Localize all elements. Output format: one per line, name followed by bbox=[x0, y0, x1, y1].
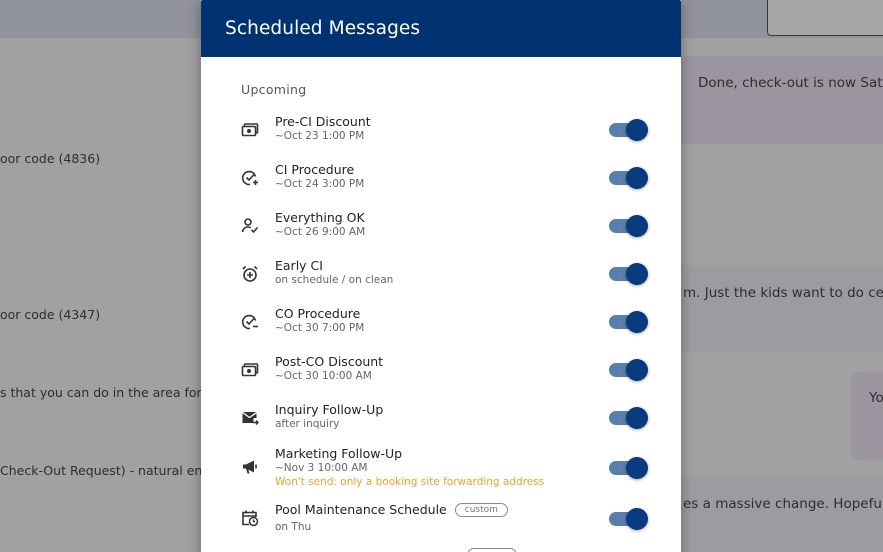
message-enabled-toggle[interactable] bbox=[609, 214, 648, 237]
scheduled-message-row[interactable]: Pool Maintenance Schedule custom on Thu bbox=[201, 498, 681, 546]
message-enabled-toggle[interactable] bbox=[609, 456, 648, 479]
toggle-knob bbox=[626, 167, 648, 189]
message-title: Pool Maintenance Schedule custom bbox=[275, 502, 508, 517]
scheduled-messages-dialog: Scheduled Messages Upcoming Pre-CI Disco… bbox=[201, 0, 681, 552]
toggle-knob bbox=[626, 407, 648, 429]
check-circle-plus-icon bbox=[241, 169, 259, 187]
section-label-upcoming: Upcoming bbox=[241, 82, 307, 97]
message-schedule: ~Oct 23 1:00 PM bbox=[275, 130, 365, 142]
message-schedule: ~Oct 26 9:00 AM bbox=[275, 226, 366, 238]
message-title: CI Procedure bbox=[275, 162, 355, 177]
toggle-knob bbox=[626, 311, 648, 333]
message-title: Post-CO Discount bbox=[275, 354, 384, 369]
message-title: CO Procedure bbox=[275, 306, 361, 321]
mail-arrow-icon bbox=[241, 409, 259, 427]
discount-cash-icon bbox=[241, 361, 259, 379]
message-enabled-toggle[interactable] bbox=[609, 406, 648, 429]
message-schedule: ~Oct 24 3:00 PM bbox=[275, 178, 365, 190]
scheduled-message-row[interactable]: Early CI on schedule / on clean bbox=[201, 254, 681, 302]
message-enabled-toggle[interactable] bbox=[609, 166, 648, 189]
message-title: Early CI bbox=[275, 258, 323, 273]
scheduled-message-row[interactable]: CI Procedure ~Oct 24 3:00 PM bbox=[201, 158, 681, 206]
toggle-knob bbox=[626, 263, 648, 285]
scheduled-message-row[interactable]: Everything OK ~Oct 26 9:00 AM bbox=[201, 206, 681, 254]
next-row-badge-partial bbox=[467, 548, 517, 552]
alarm-clock-icon bbox=[241, 265, 259, 283]
message-title: Everything OK bbox=[275, 210, 365, 225]
message-enabled-toggle[interactable] bbox=[609, 262, 648, 285]
message-schedule: ~Nov 3 10:00 AM bbox=[275, 462, 368, 474]
person-check-icon bbox=[241, 217, 259, 235]
scheduled-message-row[interactable]: Inquiry Follow-Up after inquiry bbox=[201, 398, 681, 446]
check-circle-minus-icon bbox=[241, 313, 259, 331]
message-enabled-toggle[interactable] bbox=[609, 118, 648, 141]
scheduled-message-row[interactable]: CO Procedure ~Oct 30 7:00 PM bbox=[201, 302, 681, 350]
dialog-title: Scheduled Messages bbox=[225, 18, 421, 39]
dialog-header: Scheduled Messages bbox=[201, 0, 681, 57]
message-schedule: on Thu bbox=[275, 521, 312, 533]
scheduled-message-row[interactable]: Post-CO Discount ~Oct 30 10:00 AM bbox=[201, 350, 681, 398]
message-enabled-toggle[interactable] bbox=[609, 310, 648, 333]
message-title: Pre-CI Discount bbox=[275, 114, 371, 129]
message-schedule: ~Oct 30 10:00 AM bbox=[275, 370, 372, 382]
custom-badge: custom bbox=[454, 503, 508, 517]
toggle-knob bbox=[626, 119, 648, 141]
toggle-knob bbox=[626, 215, 648, 237]
message-enabled-toggle[interactable] bbox=[609, 358, 648, 381]
toggle-knob bbox=[626, 457, 648, 479]
toggle-knob bbox=[626, 359, 648, 381]
scheduled-message-row[interactable]: Marketing Follow-Up ~Nov 3 10:00 AM Won'… bbox=[201, 442, 681, 498]
message-title: Inquiry Follow-Up bbox=[275, 402, 384, 417]
message-title: Marketing Follow-Up bbox=[275, 446, 403, 461]
megaphone-icon bbox=[241, 458, 259, 476]
message-title-text: Pool Maintenance Schedule bbox=[275, 502, 447, 517]
message-schedule: on schedule / on clean bbox=[275, 274, 394, 286]
message-schedule: after inquiry bbox=[275, 418, 340, 430]
toggle-knob bbox=[626, 508, 648, 530]
calendar-clock-icon bbox=[241, 509, 259, 527]
message-enabled-toggle[interactable] bbox=[609, 507, 648, 530]
message-warning: Won't send: only a booking site forwardi… bbox=[275, 476, 545, 488]
discount-cash-icon bbox=[241, 121, 259, 139]
scheduled-message-row[interactable]: Pre-CI Discount ~Oct 23 1:00 PM bbox=[201, 110, 681, 158]
message-schedule: ~Oct 30 7:00 PM bbox=[275, 322, 365, 334]
